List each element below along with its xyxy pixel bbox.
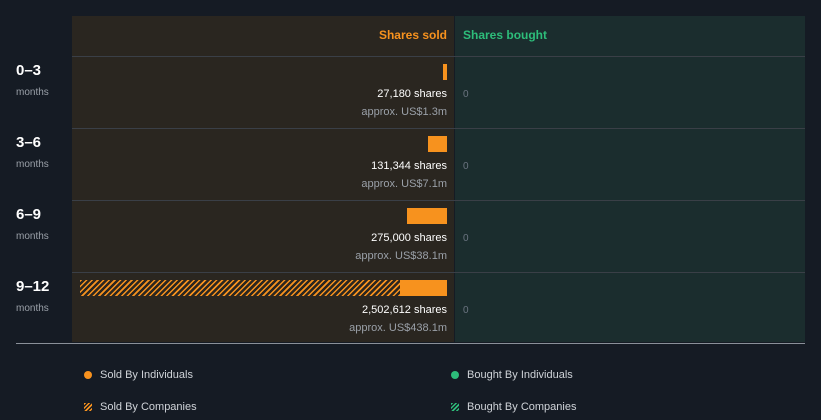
row-period-unit: months [16,231,49,242]
row-period-unit: months [16,303,49,314]
row-period-unit: months [16,159,49,170]
sold-column-header: Shares sold [378,28,447,42]
sold-companies-swatch [84,403,92,411]
row-period-label: 3–6 [16,134,42,151]
row-separator [72,56,805,57]
bought-column-header: Shares bought [463,28,548,42]
approx-value: approx. US$1.3m [361,106,447,118]
row-separator [72,128,805,129]
sold-individuals-bar [427,136,447,152]
sold-individuals-swatch [84,371,92,379]
row-separator [72,200,805,201]
bought-column [455,16,805,342]
shares-sold-value: 2,502,612 shares [361,304,447,316]
legend-bought-companies: Bought By Companies [467,401,577,413]
shares-bought-value: 0 [463,305,469,316]
shares-sold-value: 131,344 shares [371,160,447,172]
sold-individuals-bar [399,280,447,296]
legend-bought-individuals: Bought By Individuals [467,369,573,381]
bought-companies-swatch [451,403,459,411]
shares-sold-value: 27,180 shares [377,88,447,100]
row-period-label: 0–3 [16,62,42,79]
bought-individuals-swatch [451,371,459,379]
row-period-label: 9–12 [16,278,50,295]
approx-value: approx. US$38.1m [355,250,447,262]
approx-value: approx. US$7.1m [361,178,447,190]
sold-individuals-bar [406,208,447,224]
sold-companies-bar [80,280,400,296]
legend-sold-individuals: Sold By Individuals [100,369,193,381]
row-period-label: 6–9 [16,206,42,223]
shares-bought-value: 0 [463,233,469,244]
legend-sold-companies: Sold By Companies [100,401,197,413]
row-separator [72,272,805,273]
shares-bought-value: 0 [463,161,469,172]
shares-bought-value: 0 [463,89,469,100]
sold-individuals-bar [443,64,447,80]
shares-sold-value: 275,000 shares [371,232,447,244]
chart-baseline [16,343,805,344]
approx-value: approx. US$438.1m [349,322,447,334]
row-period-unit: months [16,87,49,98]
